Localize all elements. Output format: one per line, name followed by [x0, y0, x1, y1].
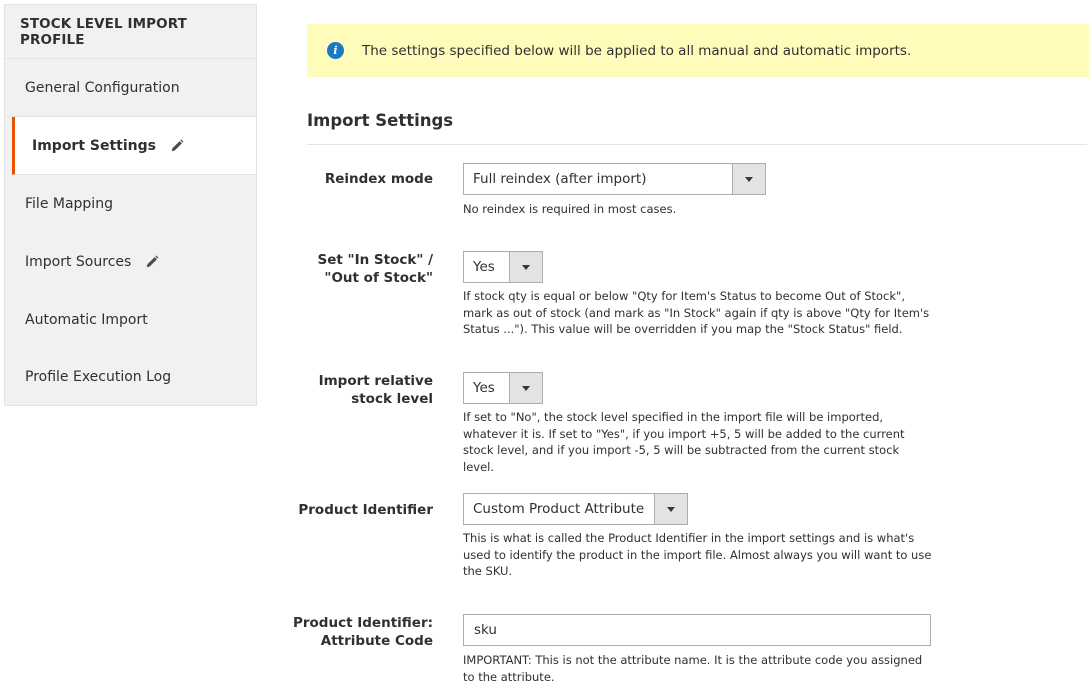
select-value: Custom Product Attribute — [473, 501, 645, 517]
reindex-mode-select[interactable]: Full reindex (after import) — [463, 163, 766, 195]
field-label: Product Identifier — [298, 502, 433, 518]
field-label-line: Product Identifier: — [292, 615, 433, 631]
field-label: Product Identifier: Attribute Code — [280, 614, 433, 650]
info-icon: i — [327, 42, 344, 59]
field-label-line: Attribute Code — [320, 633, 433, 649]
import-relative-select[interactable]: Yes — [463, 372, 543, 404]
sidebar-item-profile-execution-log[interactable]: Profile Execution Log — [5, 349, 256, 405]
select-arrow[interactable] — [509, 373, 542, 403]
field-label: Import relative stock level — [280, 372, 433, 408]
field-label-line: stock level — [351, 391, 433, 407]
page: STOCK LEVEL IMPORT PROFILE General Confi… — [0, 0, 1089, 685]
sidebar-item-label: Profile Execution Log — [25, 369, 172, 385]
sidebar-item-label: Import Settings — [32, 137, 156, 154]
chevron-down-icon — [522, 385, 530, 391]
field-label-line: Set "In Stock" / — [317, 252, 434, 268]
sidebar-item-label: Import Sources — [25, 254, 132, 270]
select-value: Full reindex (after import) — [473, 171, 647, 187]
sidebar-item-label: File Mapping — [25, 196, 113, 212]
field-label-line: "Out of Stock" — [324, 270, 433, 286]
sidebar-item-label: General Configuration — [25, 79, 180, 96]
attribute-code-input[interactable]: sku — [463, 614, 931, 646]
chevron-down-icon — [667, 506, 675, 512]
select-arrow[interactable] — [654, 494, 687, 524]
sidebar-item-automatic-import[interactable]: Automatic Import — [5, 291, 256, 349]
field-note: If stock qty is equal or below "Qty for … — [463, 289, 930, 336]
field-note: No reindex is required in most cases. — [463, 202, 677, 216]
field-label: Set "In Stock" / "Out of Stock" — [280, 251, 434, 287]
pencil-icon — [171, 139, 184, 151]
set-in-stock-select[interactable]: Yes — [463, 251, 543, 283]
notice-text: The settings specified below will be app… — [362, 42, 912, 59]
sidebar-item-file-mapping[interactable]: File Mapping — [5, 175, 256, 233]
select-value: Yes — [473, 259, 495, 275]
select-value: Yes — [473, 380, 495, 396]
select-arrow[interactable] — [732, 164, 765, 194]
chevron-down-icon — [522, 264, 530, 270]
product-identifier-select[interactable]: Custom Product Attribute — [463, 493, 688, 525]
select-arrow[interactable] — [509, 252, 542, 282]
sidebar-item-import-sources[interactable]: Import Sources — [5, 233, 256, 291]
field-note: This is what is called the Product Ident… — [463, 531, 932, 578]
sidebar-item-label: Automatic Import — [25, 312, 148, 328]
field-label: Reindex mode — [324, 171, 433, 187]
sidebar-item-import-settings[interactable]: Import Settings — [12, 117, 256, 175]
profile-sidebar: STOCK LEVEL IMPORT PROFILE General Confi… — [4, 4, 257, 406]
info-notice: i The settings specified below will be a… — [307, 24, 1089, 77]
section-divider — [307, 144, 1087, 145]
field-label-line: Import relative — [318, 373, 433, 389]
pencil-icon — [147, 255, 159, 268]
section-title: Import Settings — [307, 111, 454, 130]
field-note: If set to "No", the stock level specifie… — [463, 410, 905, 474]
sidebar-title: STOCK LEVEL IMPORT PROFILE — [5, 5, 256, 59]
sidebar-item-general-configuration[interactable]: General Configuration — [5, 59, 256, 117]
field-note: IMPORTANT: This is not the attribute nam… — [463, 653, 923, 684]
chevron-down-icon — [745, 176, 753, 182]
